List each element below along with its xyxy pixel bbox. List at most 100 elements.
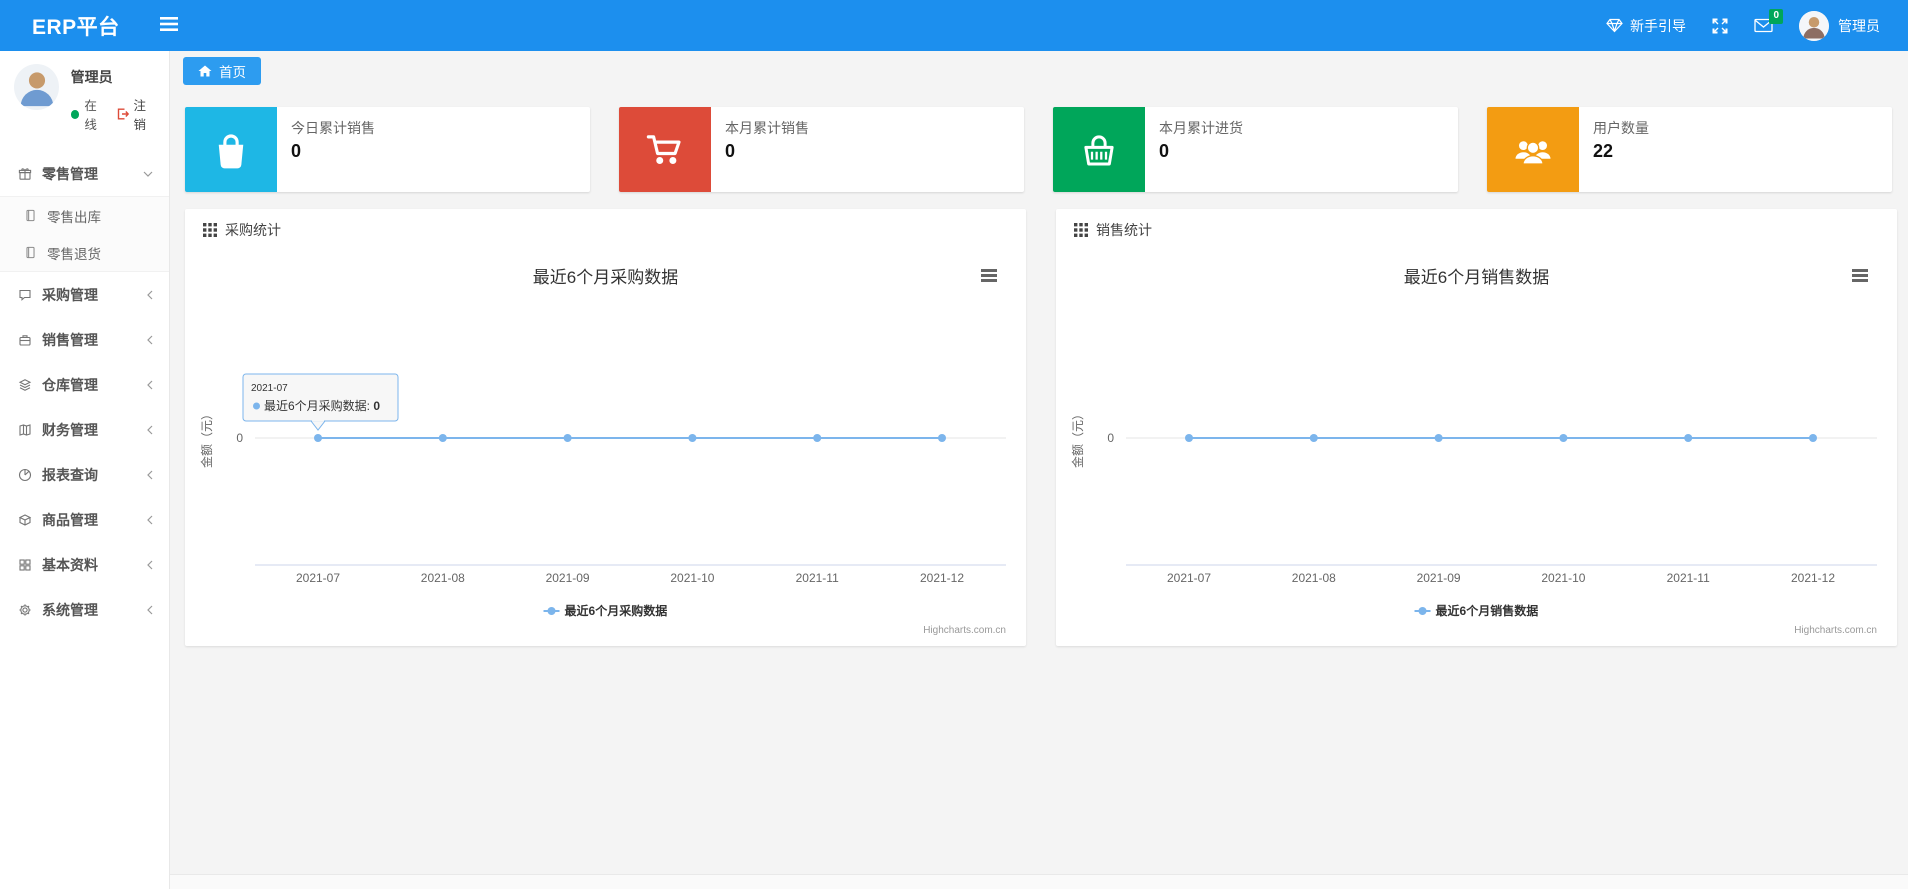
sidebar-toggle-button[interactable]: [150, 11, 188, 40]
briefcase-icon: [19, 334, 31, 346]
footer: [170, 874, 1908, 889]
x-axis-label: 2021-10: [670, 571, 714, 585]
x-axis-label: 2021-12: [1791, 571, 1835, 585]
svg-text:最近6个月采购数据: 最近6个月采购数据: [565, 603, 668, 618]
navbar-right: 新手引导 0 管理员: [1606, 9, 1908, 41]
gear-icon: [19, 603, 31, 616]
gift-icon: [18, 167, 32, 180]
y-axis-tick: 0: [1107, 431, 1114, 445]
panel-header: 采购统计: [185, 209, 1026, 251]
stat-card-month-sales: 本月累计销售 0: [619, 107, 1024, 192]
sidebar-item-label: 基本资料: [42, 556, 98, 573]
sidebar-item-label: 零售出库: [47, 209, 101, 225]
sidebar-item-warehouse[interactable]: 仓库管理: [0, 362, 169, 407]
sidebar-item-basic-data[interactable]: 基本资料: [0, 542, 169, 587]
chevron-left-icon: [147, 335, 153, 345]
svg-text:2021-07: 2021-07: [251, 383, 288, 394]
message-count-badge: 0: [1769, 9, 1783, 24]
series-marker: [813, 434, 822, 442]
series-marker: [438, 434, 447, 442]
guide-link[interactable]: 新手引导: [1606, 16, 1686, 36]
sidebar-item-label: 仓库管理: [42, 376, 98, 393]
avatar: [1799, 10, 1829, 41]
stat-card-body: 用户数量 22: [1579, 107, 1663, 192]
chart-tooltip: 2021-07 最近6个月采购数据: 0: [242, 373, 399, 431]
sidebar-menu: 零售管理 零售出库 零售退货 采购管理 销售管理 仓库管理 财务管理 报表查询 …: [0, 151, 169, 632]
cart-icon: [619, 107, 711, 192]
sidebar-item-purchase[interactable]: 采购管理: [0, 272, 169, 317]
svg-text:最近6个月采购数据: 0: 最近6个月采购数据: 0: [264, 398, 380, 413]
chevron-down-icon: [143, 171, 153, 177]
chart-legend[interactable]: 最近6个月采购数据: [543, 603, 668, 618]
sidebar-user-info: 管理员 在线 注销: [70, 64, 157, 133]
stat-card-label: 用户数量: [1593, 120, 1649, 136]
erp-app: ERP平台 新手引导 0 管理员 管理员 在线 注销 零售管理 零售出库 零售退…: [0, 0, 1908, 889]
main-content: 首页 今日累计销售 0 本月累计销售 0 本月累计进货 0 用户数量 22 采购…: [170, 51, 1908, 889]
sidebar-item-retail[interactable]: 零售管理: [0, 151, 169, 196]
sidebar-item-sales[interactable]: 销售管理: [0, 317, 169, 362]
logout-link[interactable]: 注销: [117, 95, 157, 133]
sign-out-icon: [118, 108, 130, 120]
user-menu[interactable]: 管理员: [1799, 10, 1880, 41]
messages-button[interactable]: 0: [1754, 9, 1783, 33]
panel-header: 销售统计: [1056, 209, 1897, 251]
grid-dots-icon: [203, 223, 217, 237]
stat-card-label: 本月累计销售: [725, 120, 809, 136]
sidebar-item-retail-return[interactable]: 零售退货: [0, 234, 169, 271]
x-axis-label: 2021-09: [546, 571, 590, 585]
chart-menu-icon[interactable]: [981, 269, 997, 282]
file-icon: [26, 209, 35, 222]
online-status-dot: [70, 109, 80, 119]
sidebar: 管理员 在线 注销 零售管理 零售出库 零售退货 采购管理 销售管理 仓库管理 …: [0, 51, 170, 889]
hamburger-icon: [159, 17, 178, 31]
series-marker: [688, 434, 697, 442]
purchase-stats-panel: 采购统计 最近6个月采购数据 金额（元） 0 2021-07 2021-08 2021-0…: [185, 209, 1026, 646]
stat-card-label: 今日累计销售: [291, 120, 375, 136]
series-marker: [1185, 434, 1193, 442]
chevron-left-icon: [147, 515, 153, 525]
highcharts-credits[interactable]: Highcharts.com.cn: [1794, 625, 1877, 636]
x-axis-label: 2021-08: [1292, 571, 1336, 585]
stat-card-label: 本月累计进货: [1159, 120, 1243, 136]
series-marker: [1809, 434, 1817, 442]
purchase-chart: 最近6个月采购数据 金额（元） 0 2021-07 2021-08 2021-09 2021…: [185, 251, 1026, 646]
stat-cards-row: 今日累计销售 0 本月累计销售 0 本月累计进货 0 用户数量 22: [185, 107, 1892, 192]
x-axis-label: 2021-11: [1667, 571, 1710, 585]
bag-icon: [185, 107, 277, 192]
sidebar-item-label: 报表查询: [42, 466, 98, 483]
chart-legend[interactable]: 最近6个月销售数据: [1414, 603, 1539, 618]
panel-title: 采购统计: [225, 222, 281, 238]
box-icon: [18, 513, 32, 526]
purchase-chart-svg: 最近6个月采购数据金额（元） 02021-07 2021-08 2021-09 2021…: [199, 268, 1006, 636]
sidebar-item-label: 采购管理: [42, 286, 98, 303]
fullscreen-button[interactable]: [1712, 18, 1728, 34]
highcharts-credits[interactable]: Highcharts.com.cn: [923, 625, 1006, 636]
person-icon: [14, 64, 59, 110]
sidebar-item-finance[interactable]: 财务管理: [0, 407, 169, 452]
sidebar-item-label: 财务管理: [42, 421, 98, 438]
sidebar-item-system[interactable]: 系统管理: [0, 587, 169, 632]
chevron-left-icon: [147, 425, 153, 435]
series-marker: [314, 434, 322, 442]
sidebar-item-label: 商品管理: [42, 511, 98, 528]
avatar: [14, 64, 59, 110]
sidebar-item-reports[interactable]: 报表查询: [0, 452, 169, 497]
chart-menu-icon[interactable]: [1852, 269, 1868, 282]
sidebar-submenu-retail: 零售出库 零售退货: [0, 196, 169, 272]
stat-card-body: 本月累计进货 0: [1145, 107, 1257, 192]
sidebar-item-retail-outbound[interactable]: 零售出库: [0, 197, 169, 234]
sidebar-item-label: 销售管理: [42, 331, 98, 348]
sidebar-item-goods[interactable]: 商品管理: [0, 497, 169, 542]
chevron-left-icon: [147, 380, 153, 390]
grid-dots-icon: [1074, 223, 1088, 237]
pie-chart-icon: [18, 468, 32, 481]
tab-home[interactable]: 首页: [183, 57, 261, 85]
chart-title: 最近6个月采购数据: [533, 268, 678, 287]
chat-icon: [19, 289, 31, 301]
book-icon: [19, 423, 31, 436]
file-icon: [26, 246, 35, 259]
sidebar-item-label: 系统管理: [42, 601, 98, 618]
stat-card-value: 0: [725, 141, 736, 161]
app-logo[interactable]: ERP平台: [0, 11, 150, 41]
sidebar-item-label: 零售退货: [47, 246, 101, 262]
